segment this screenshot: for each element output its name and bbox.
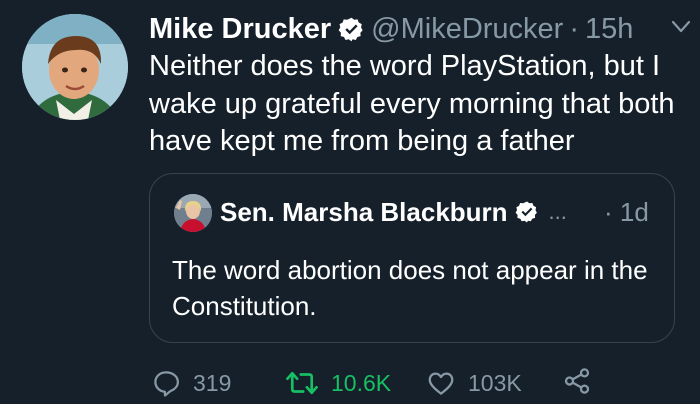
- senator-portrait-avatar: [174, 194, 212, 232]
- retweet-count: 10.6K: [331, 370, 392, 396]
- truncated-handle: ...: [548, 199, 567, 224]
- quoted-tweet-timestamp[interactable]: · 1d: [604, 196, 649, 228]
- chevron-down-icon[interactable]: [671, 20, 691, 34]
- tweet-text: Neither does the word PlayStation, but I…: [149, 50, 675, 157]
- verified-badge-icon: [338, 16, 365, 43]
- quoted-tweet-text: The word abortion does not appear in the…: [172, 255, 648, 321]
- author-avatar[interactable]: [22, 14, 128, 120]
- like-button[interactable]: 103K: [426, 366, 522, 400]
- author-name[interactable]: Mike Drucker: [149, 12, 331, 46]
- retweet-button[interactable]: 10.6K: [285, 366, 391, 400]
- quoted-tweet-header: Sen. Marsha Blackburn ...: [220, 196, 567, 228]
- separator-dot: ·: [604, 197, 613, 227]
- reply-button[interactable]: 319: [151, 366, 231, 400]
- retweet-icon: [286, 371, 318, 395]
- tweet-actions: 319 10.6K 103K: [149, 366, 694, 400]
- tweet-header: Mike Drucker @MikeDrucker · 15h: [149, 12, 633, 46]
- tweet-timestamp[interactable]: 15h: [585, 12, 633, 46]
- verified-badge-icon: [515, 200, 539, 224]
- heart-icon: [428, 372, 454, 395]
- like-count: 103K: [468, 370, 522, 396]
- reply-count: 319: [193, 370, 232, 396]
- quoted-author-avatar[interactable]: [174, 194, 212, 232]
- quoted-author-name[interactable]: Sen. Marsha Blackburn: [220, 196, 508, 228]
- quoted-time-value: 1d: [619, 197, 649, 227]
- separator-dot: ·: [569, 13, 580, 45]
- author-handle[interactable]: @MikeDrucker: [371, 12, 563, 46]
- reply-bubble-icon: [154, 371, 179, 397]
- quoted-tweet-card[interactable]: Sen. Marsha Blackburn ... · 1d The word …: [149, 173, 675, 343]
- share-icon: [564, 368, 590, 394]
- child-portrait-avatar: [22, 14, 128, 120]
- share-button[interactable]: [562, 366, 592, 396]
